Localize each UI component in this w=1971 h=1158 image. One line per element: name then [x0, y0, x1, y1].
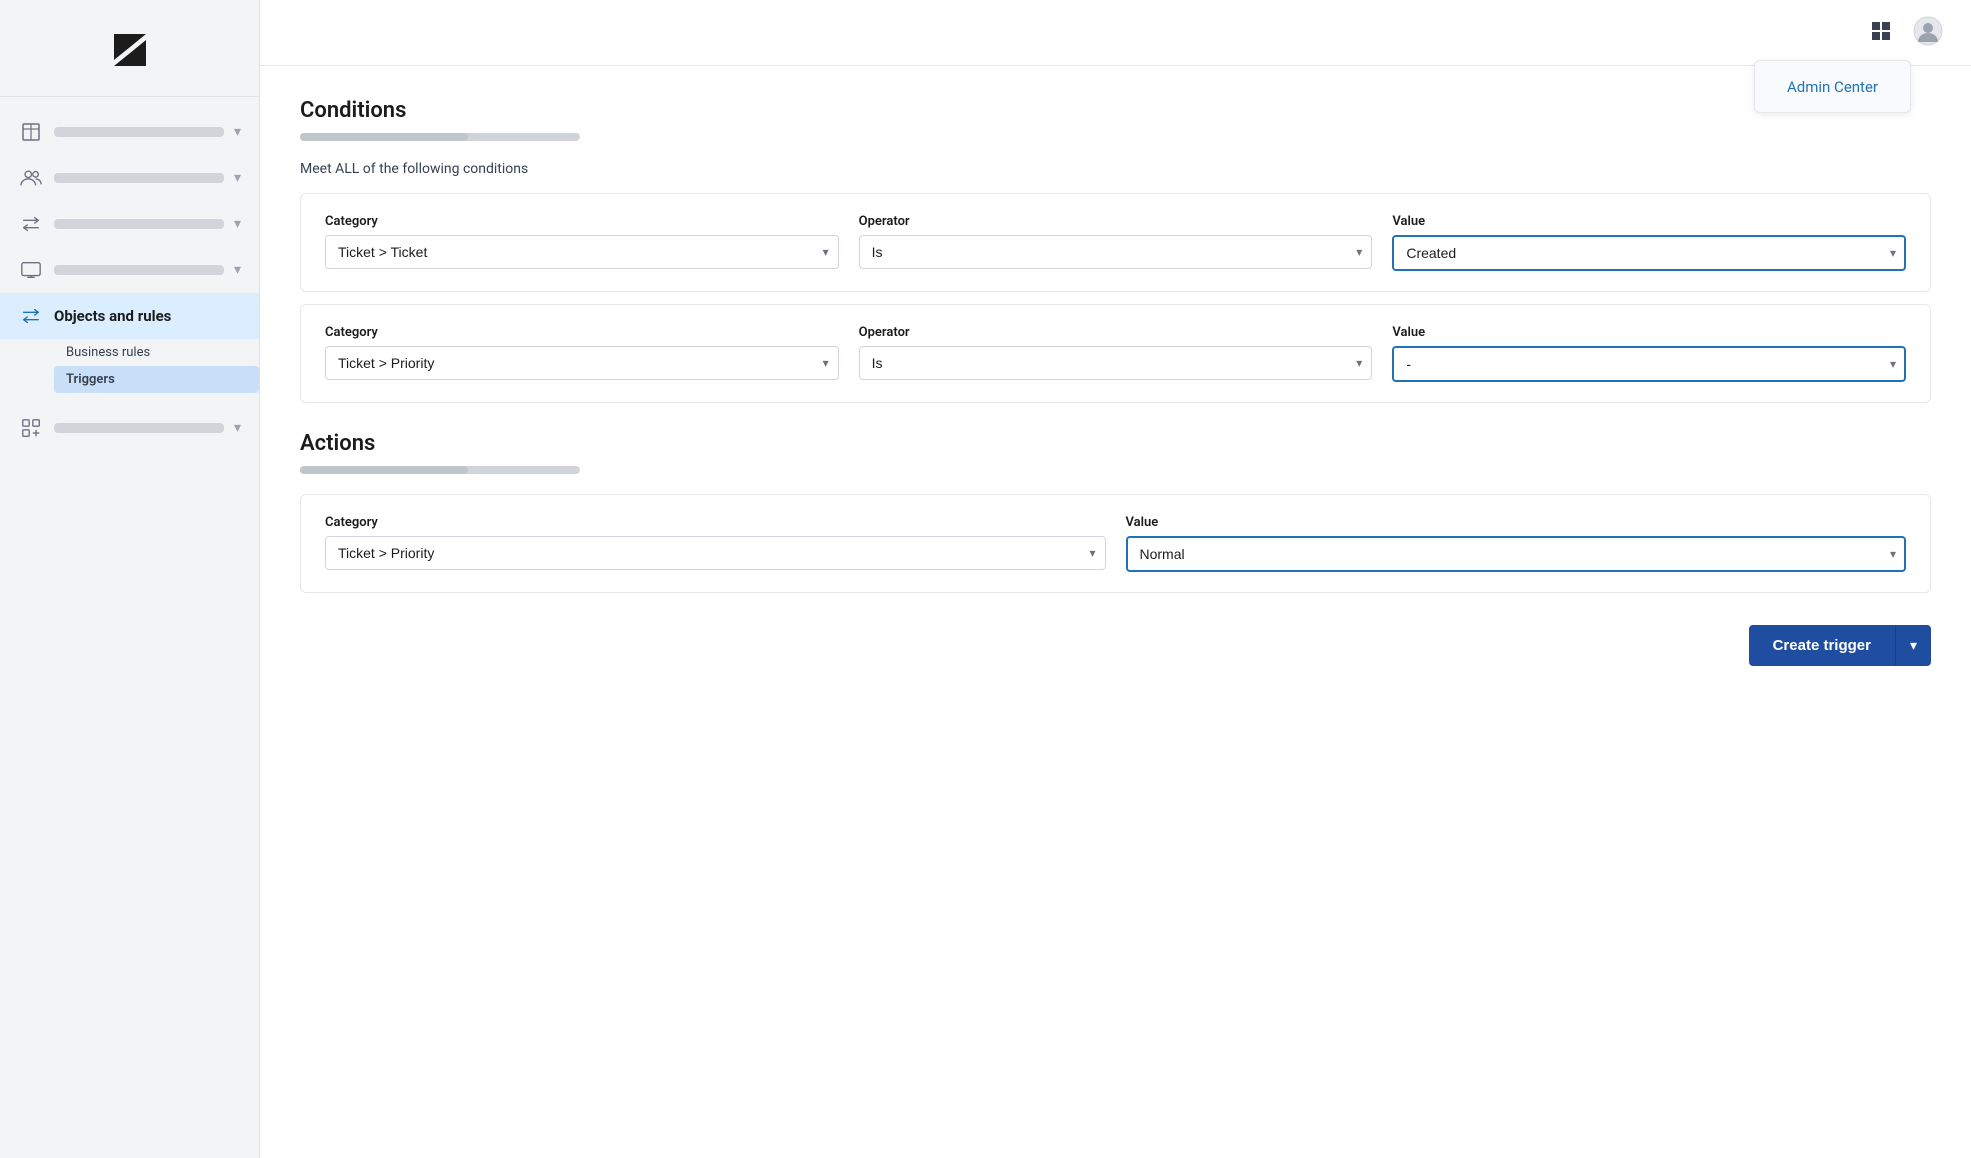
sub-nav: Business rules Triggers	[0, 339, 259, 397]
condition1-operator-wrapper: Is ▾	[859, 235, 1373, 269]
condition2-value-select[interactable]: -	[1392, 346, 1906, 382]
user-profile-button[interactable]	[1909, 12, 1947, 53]
action1-category-wrapper: Ticket > Priority ▾	[325, 536, 1106, 570]
chevron-down-icon: ▾	[234, 420, 241, 436]
nav-label-placeholder	[54, 219, 224, 229]
actions-progress-fill	[300, 466, 468, 474]
sidebar-item-objects-rules[interactable]: Objects and rules	[0, 293, 259, 339]
sidebar-sub-business-rules[interactable]: Business rules	[54, 339, 259, 366]
arrows-icon	[18, 211, 44, 237]
condition1-operator-label: Operator	[859, 214, 1373, 229]
nav-label-placeholder	[54, 173, 224, 183]
condition2-category-wrapper: Ticket > Priority ▾	[325, 346, 839, 380]
condition1-category-field: Category Ticket > Ticket ▾	[325, 214, 839, 271]
condition2-operator-label: Operator	[859, 325, 1373, 340]
sidebar-objects-rules-label: Objects and rules	[54, 307, 171, 325]
chevron-down-icon: ▾	[234, 124, 241, 140]
grid-menu-button[interactable]	[1865, 15, 1897, 50]
main-area: Admin Center Conditions Meet ALL of the …	[260, 0, 1971, 1158]
action1-value-field: Value Normal ▾	[1126, 515, 1907, 572]
action1-category-field: Category Ticket > Priority ▾	[325, 515, 1106, 572]
action1-category-select[interactable]: Ticket > Priority	[325, 536, 1106, 570]
nav-label-placeholder	[54, 127, 224, 137]
objects-rules-icon	[18, 303, 44, 329]
condition1-value-wrapper: Created ▾	[1392, 235, 1906, 271]
apps-icon	[18, 415, 44, 441]
action1-category-label: Category	[325, 515, 1106, 530]
condition2-operator-field: Operator Is ▾	[859, 325, 1373, 382]
condition2-category-select[interactable]: Ticket > Priority	[325, 346, 839, 380]
condition1-value-label: Value	[1392, 214, 1906, 229]
sidebar: ▾ ▾ ▾ ▾	[0, 0, 260, 1158]
logo-area	[0, 0, 259, 97]
user-avatar-icon	[1913, 16, 1943, 46]
conditions-progress	[300, 133, 580, 141]
nav-label-placeholder	[54, 423, 224, 433]
condition-row-1: Category Ticket > Ticket ▾ Operator	[300, 193, 1931, 292]
sidebar-item-workspace[interactable]: ▾	[0, 247, 259, 293]
create-trigger-button[interactable]: Create trigger	[1749, 625, 1895, 666]
people-icon	[18, 165, 44, 191]
condition1-operator-select[interactable]: Is	[859, 235, 1373, 269]
nav-label-placeholder	[54, 265, 224, 275]
condition1-operator-field: Operator Is ▾	[859, 214, 1373, 271]
action1-value-select[interactable]: Normal	[1126, 536, 1907, 572]
chevron-down-icon: ▾	[234, 262, 241, 278]
sidebar-item-org[interactable]: ▾	[0, 109, 259, 155]
screen-icon	[18, 257, 44, 283]
condition1-value-field: Value Created ▾	[1392, 214, 1906, 271]
conditions-progress-fill	[300, 133, 468, 141]
footer-actions: Create trigger ▾	[300, 625, 1931, 666]
condition2-operator-wrapper: Is ▾	[859, 346, 1373, 380]
actions-section: Actions Category Ticket > Priority ▾	[300, 431, 1931, 593]
nav-items: ▾ ▾ ▾ ▾	[0, 97, 259, 1158]
condition1-category-select[interactable]: Ticket > Ticket	[325, 235, 839, 269]
chevron-down-icon: ▾	[234, 216, 241, 232]
top-bar-icons	[1865, 12, 1947, 53]
condition-row-2: Category Ticket > Priority ▾ Operator	[300, 304, 1931, 403]
sidebar-item-apps[interactable]: ▾	[0, 405, 259, 451]
condition2-category-label: Category	[325, 325, 839, 340]
condition2-value-wrapper: - ▾	[1392, 346, 1906, 382]
sidebar-sub-triggers[interactable]: Triggers	[54, 366, 259, 393]
condition2-operator-select[interactable]: Is	[859, 346, 1373, 380]
admin-center-dropdown: Admin Center	[1754, 60, 1911, 113]
content-area: Conditions Meet ALL of the following con…	[260, 66, 1971, 1158]
top-bar: Admin Center	[260, 0, 1971, 66]
create-trigger-dropdown-button[interactable]: ▾	[1895, 625, 1931, 666]
condition2-category-field: Category Ticket > Priority ▾	[325, 325, 839, 382]
condition1-value-select[interactable]: Created	[1392, 235, 1906, 271]
grid-icon	[1869, 19, 1893, 43]
conditions-title: Conditions	[300, 98, 1931, 123]
condition1-category-wrapper: Ticket > Ticket ▾	[325, 235, 839, 269]
conditions-met-label: Meet ALL of the following conditions	[300, 161, 1931, 177]
action-row-1: Category Ticket > Priority ▾ Value N	[300, 494, 1931, 593]
condition1-category-label: Category	[325, 214, 839, 229]
dropdown-chevron-icon: ▾	[1910, 637, 1917, 653]
conditions-section: Conditions Meet ALL of the following con…	[300, 98, 1931, 403]
chevron-down-icon: ▾	[234, 170, 241, 186]
admin-center-link[interactable]: Admin Center	[1787, 78, 1878, 96]
actions-progress	[300, 466, 580, 474]
zendesk-logo	[104, 24, 156, 76]
sidebar-item-channels[interactable]: ▾	[0, 201, 259, 247]
sidebar-item-people[interactable]: ▾	[0, 155, 259, 201]
condition2-value-field: Value - ▾	[1392, 325, 1906, 382]
action1-value-wrapper: Normal ▾	[1126, 536, 1907, 572]
actions-title: Actions	[300, 431, 1931, 456]
condition2-value-label: Value	[1392, 325, 1906, 340]
action1-value-label: Value	[1126, 515, 1907, 530]
building-icon	[18, 119, 44, 145]
